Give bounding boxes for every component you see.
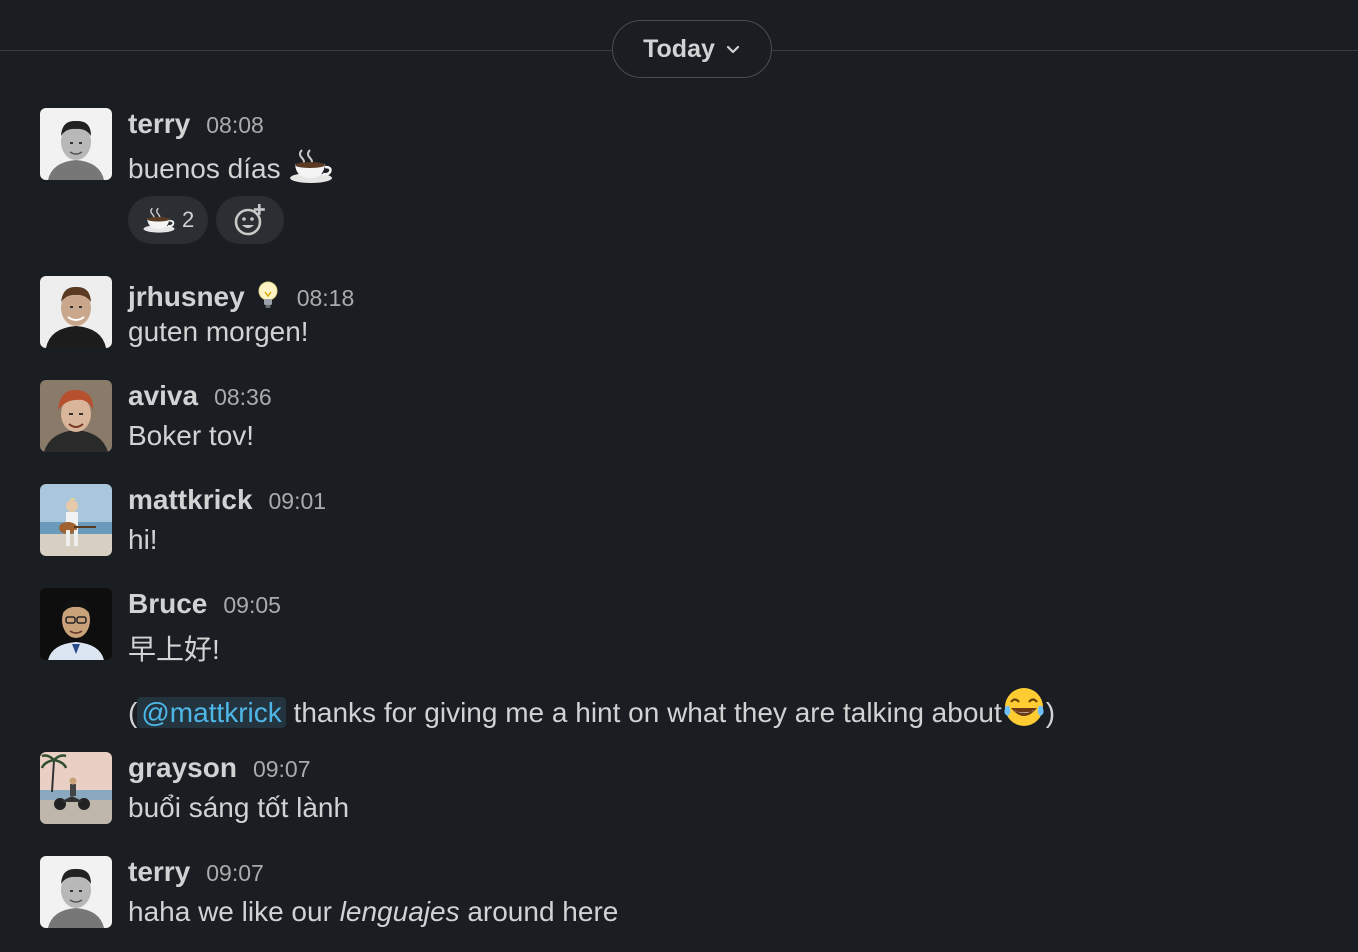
message-text: buổi sáng tốt lành: [128, 792, 350, 823]
sender-name[interactable]: grayson: [128, 752, 237, 784]
message-text: Boker tov!: [128, 420, 255, 451]
message-header: jrhusney 08:18: [128, 276, 354, 313]
chevron-down-icon: [726, 45, 739, 54]
message-header: grayson 09:07: [128, 752, 311, 784]
hot-beverage-icon: [290, 149, 333, 183]
reaction-coffee[interactable]: 2: [128, 196, 209, 244]
avatar[interactable]: [40, 856, 112, 928]
user-mention[interactable]: @mattkrick: [137, 697, 286, 728]
avatar[interactable]: [40, 588, 112, 660]
message-header: aviva 08:36: [128, 380, 272, 412]
message-text: haha we like our lenguajes around here: [128, 896, 619, 927]
reaction-bar: 2: [128, 196, 285, 244]
avatar[interactable]: [40, 380, 112, 452]
message-list: Today terry 08:08 buenos días 2 jrhusney…: [0, 0, 1358, 952]
timestamp[interactable]: 08:18: [297, 285, 355, 312]
timestamp[interactable]: 09:05: [223, 592, 281, 619]
reaction-count: 2: [182, 207, 195, 232]
add-reaction-button[interactable]: [216, 196, 285, 244]
avatar[interactable]: [40, 752, 112, 824]
sender-name[interactable]: terry: [128, 108, 190, 140]
avatar[interactable]: [40, 484, 112, 556]
date-divider-button[interactable]: Today: [612, 20, 772, 78]
timestamp[interactable]: 08:36: [214, 384, 272, 411]
message-header: terry 08:08: [128, 108, 264, 140]
avatar[interactable]: [40, 108, 112, 180]
sender-name[interactable]: mattkrick: [128, 484, 253, 516]
timestamp[interactable]: 09:07: [253, 756, 311, 783]
hot-beverage-icon: [143, 207, 175, 233]
sender-name[interactable]: jrhusney: [128, 281, 245, 313]
message-text: 早上好!: [128, 634, 220, 665]
message-text: hi!: [128, 524, 158, 555]
message-text: guten morgen!: [128, 316, 309, 347]
message-header: Bruce 09:05: [128, 588, 281, 620]
timestamp[interactable]: 08:08: [206, 112, 264, 139]
date-divider-label: Today: [643, 34, 715, 63]
add-reaction-icon: [234, 204, 266, 236]
message-text-followup: (@mattkrick thanks for giving me a hint …: [128, 686, 1055, 729]
message-header: mattkrick 09:01: [128, 484, 326, 516]
message-text: buenos días: [128, 148, 334, 185]
tears-of-joy-icon: [1004, 688, 1044, 726]
avatar[interactable]: [40, 276, 112, 348]
sender-name[interactable]: terry: [128, 856, 190, 888]
timestamp[interactable]: 09:01: [269, 488, 327, 515]
timestamp[interactable]: 09:07: [206, 860, 264, 887]
sender-name[interactable]: Bruce: [128, 588, 207, 620]
light-bulb-icon: [258, 281, 278, 308]
sender-name[interactable]: aviva: [128, 380, 198, 412]
message-header: terry 09:07: [128, 856, 264, 888]
